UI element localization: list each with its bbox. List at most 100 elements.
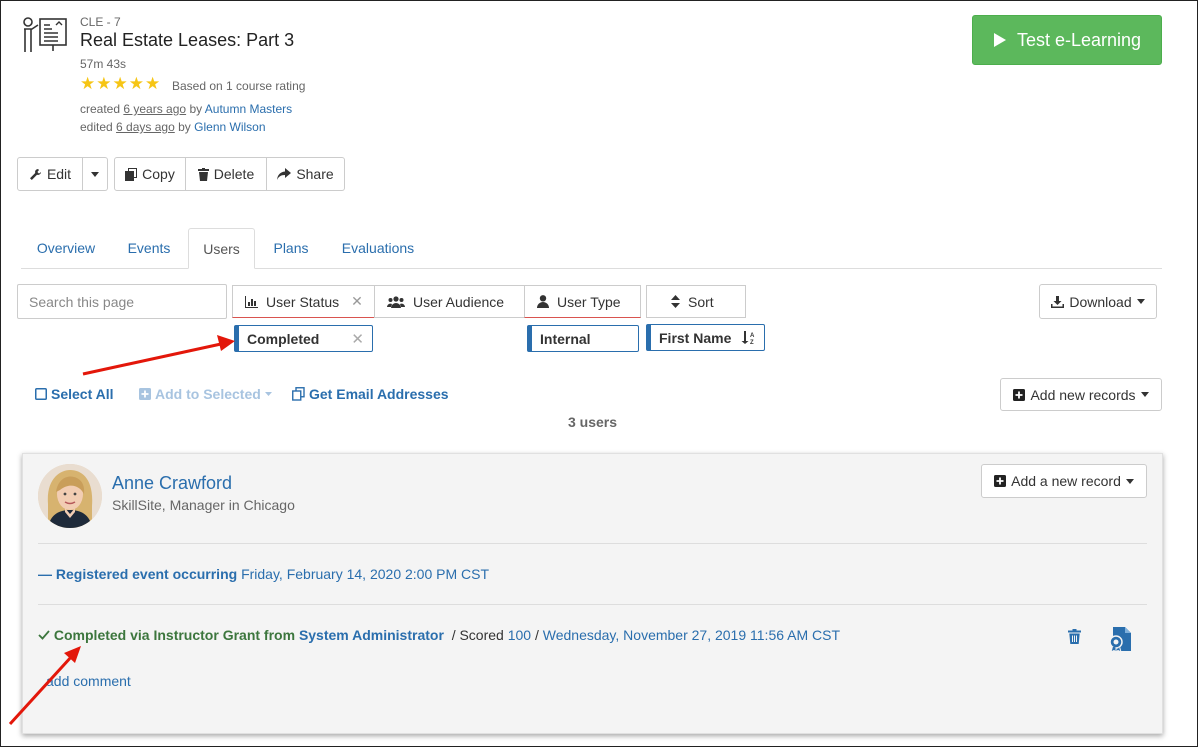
registered-date[interactable]: Friday, February 14, 2020 2:00 PM CST [241, 566, 489, 582]
copy-label: Copy [142, 166, 175, 182]
page-frame: CLE - 7 Real Estate Leases: Part 3 57m 4… [0, 0, 1198, 747]
course-title: Real Estate Leases: Part 3 [80, 30, 295, 50]
completed-date[interactable]: Wednesday, November 27, 2019 11:56 AM CS… [543, 627, 840, 643]
avatar[interactable] [38, 464, 102, 528]
share-icon [277, 168, 292, 180]
add-to-selected-button[interactable]: Add to Selected [139, 386, 272, 402]
score-value[interactable]: 100 [508, 627, 531, 643]
bar-chart-icon [245, 295, 258, 308]
user-name-link[interactable]: Anne Crawford [112, 473, 232, 494]
star-icon: ★ [80, 74, 96, 93]
svg-text:Z: Z [750, 340, 754, 344]
select-all-label: Select All [51, 386, 114, 402]
download-icon [1051, 295, 1065, 308]
separator: / [534, 627, 539, 643]
sort-filter[interactable]: Sort [646, 285, 746, 318]
tab-events[interactable]: Events [111, 228, 187, 268]
add-to-selected-label: Add to Selected [155, 386, 261, 402]
arrow-to-completed-chip [82, 335, 235, 376]
add-a-new-record-button[interactable]: Add a new record [981, 464, 1147, 498]
copy-delete-share-group: Copy Delete Share [114, 157, 345, 191]
minus-icon: — [38, 566, 52, 582]
play-icon [993, 33, 1006, 47]
user-type-label: User Type [557, 293, 621, 310]
caret-down-icon [264, 392, 272, 396]
user-icon [537, 295, 549, 308]
registered-label[interactable]: Registered event occurring [56, 566, 237, 582]
share-label: Share [296, 166, 334, 182]
created-when: 6 years ago [123, 102, 187, 116]
edit-button-group: Edit [17, 157, 108, 191]
edited-line: edited 6 days ago by Glenn Wilson [80, 120, 266, 134]
certificate-icon[interactable] [1107, 626, 1133, 657]
get-email-addresses-button[interactable]: Get Email Addresses [292, 386, 449, 402]
add-new-records-label: Add new records [1030, 386, 1136, 403]
wrench-icon [29, 168, 41, 180]
sort-label: Sort [688, 293, 714, 310]
edited-by-link[interactable]: Glenn Wilson [194, 120, 265, 134]
edit-dropdown-toggle[interactable] [83, 157, 108, 191]
add-comment-link[interactable]: add comment [46, 673, 131, 689]
search-input[interactable] [17, 284, 227, 319]
test-elearning-label: Test e-Learning [1016, 29, 1142, 50]
presentation-icon [20, 15, 70, 55]
edited-prefix: edited [80, 120, 113, 134]
remove-chip-icon[interactable]: ✕ [351, 330, 364, 348]
share-button[interactable]: Share [267, 157, 345, 191]
tab-plans[interactable]: Plans [255, 228, 327, 268]
clear-status-icon[interactable]: ✕ [351, 293, 363, 310]
created-prefix: created [80, 102, 121, 116]
download-button[interactable]: Download [1039, 284, 1157, 319]
user-audience-filter[interactable]: User Audience [374, 285, 525, 318]
sort-chip-label: First Name [659, 329, 732, 346]
delete-button[interactable]: Delete [186, 157, 267, 191]
type-chip[interactable]: Internal [527, 325, 639, 352]
divider [38, 543, 1147, 544]
get-email-addresses-label: Get Email Addresses [309, 386, 449, 402]
caret-down-icon [1140, 392, 1149, 397]
scored-label: / Scored [451, 627, 504, 643]
star-icon: ★ [96, 74, 112, 93]
created-line: created 6 years ago by Autumn Masters [80, 102, 292, 116]
rating-stars: ★ ★ ★ ★ ★ [80, 75, 160, 93]
status-chip[interactable]: Completed ✕ [234, 325, 373, 352]
select-all-button[interactable]: Select All [35, 386, 114, 402]
trash-icon[interactable] [1068, 629, 1081, 649]
delete-label: Delete [213, 166, 255, 182]
edit-button[interactable]: Edit [17, 157, 83, 191]
users-icon [387, 295, 405, 308]
tab-evaluations[interactable]: Evaluations [327, 228, 429, 268]
rating-text: Based on 1 course rating [172, 79, 306, 93]
status-chip-label: Completed [247, 330, 320, 347]
created-by-link[interactable]: Autumn Masters [205, 102, 292, 116]
copy-icon [292, 387, 305, 401]
add-a-new-record-label: Add a new record [1011, 473, 1121, 489]
sort-alpha-icon: AZ [741, 331, 755, 344]
divider [38, 604, 1147, 605]
user-type-filter[interactable]: User Type [524, 285, 641, 318]
type-chip-label: Internal [540, 330, 591, 347]
completed-label: Completed via Instructor Grant from [53, 627, 296, 643]
caret-down-icon [91, 171, 99, 177]
course-code: CLE - 7 [80, 15, 121, 29]
copy-button[interactable]: Copy [114, 157, 186, 191]
user-status-filter[interactable]: User Status ✕ [232, 285, 375, 318]
caret-down-icon [1125, 478, 1134, 484]
checkbox-icon [35, 388, 47, 400]
sort-chip[interactable]: First Name AZ [646, 324, 765, 351]
caret-down-icon [1136, 299, 1145, 304]
edit-label: Edit [46, 166, 72, 182]
user-status-label: User Status [266, 293, 340, 310]
download-label: Download [1069, 293, 1132, 310]
completed-by-link[interactable]: System Administrator [299, 627, 444, 643]
check-icon [38, 630, 50, 640]
add-new-records-button[interactable]: Add new records [1000, 378, 1162, 411]
tab-users[interactable]: Users [188, 228, 255, 269]
edited-by-word: by [178, 120, 191, 134]
plus-square-icon [994, 475, 1007, 487]
registered-row: — Registered event occurring Friday, Feb… [38, 566, 489, 582]
tab-overview[interactable]: Overview [21, 228, 111, 268]
test-elearning-button[interactable]: Test e-Learning [972, 15, 1162, 65]
course-duration: 57m 43s [80, 57, 127, 71]
sort-icon [671, 295, 680, 308]
